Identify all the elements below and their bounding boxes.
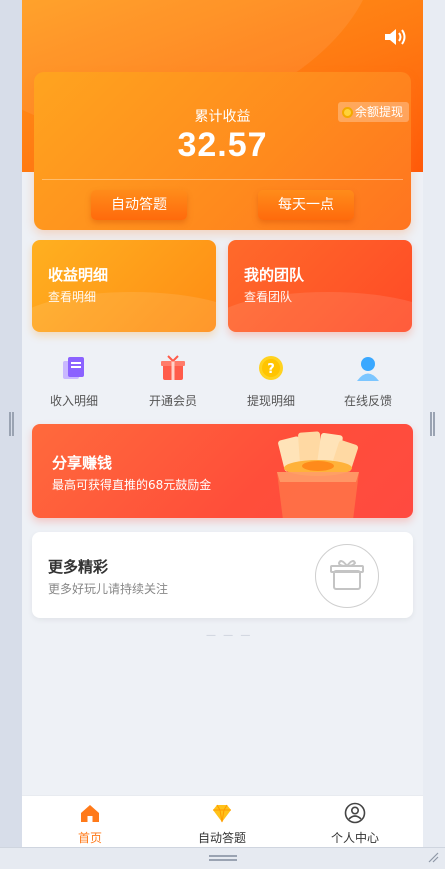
- gift-outline-icon: [329, 559, 364, 590]
- quick-open-membership[interactable]: 开通会员: [128, 350, 218, 409]
- phone-screen: 累计收益 32.57 余额提现 自动答题 每天一点 收益明细 查看明细 我的团队…: [22, 0, 423, 847]
- my-team-title: 我的团队: [244, 266, 305, 284]
- question-coin-icon: ?: [259, 356, 283, 380]
- share-earn-banner[interactable]: 分享赚钱 最高可获得直推的68元鼓励金: [32, 424, 413, 518]
- bottom-resize-handle[interactable]: [209, 855, 237, 861]
- total-earnings-value: 32.57: [177, 126, 268, 164]
- income-detail-card[interactable]: 收益明细 查看明细: [32, 240, 216, 332]
- bottom-tab-bar: 首页 自动答题 个人中心: [22, 795, 423, 847]
- loading-dots: — — —: [206, 630, 253, 641]
- home-icon: [81, 805, 99, 822]
- my-team-card[interactable]: 我的团队 查看团队: [228, 240, 412, 332]
- document-icon: [63, 357, 84, 379]
- gift-box-icon: [161, 355, 185, 380]
- daily-button[interactable]: 每天一点: [258, 190, 354, 220]
- income-detail-title: 收益明细: [48, 266, 109, 284]
- quick-label: 提现明细: [246, 394, 295, 408]
- share-title: 分享赚钱: [52, 454, 113, 472]
- more-title: 更多精彩: [48, 558, 109, 576]
- right-resize-handle[interactable]: [430, 412, 435, 436]
- earnings-divider: [42, 179, 403, 180]
- gift-circle: [315, 544, 379, 608]
- left-resize-handle[interactable]: [9, 412, 14, 436]
- my-team-sub: 查看团队: [244, 290, 293, 304]
- quick-links: 收入明细 开通会员 ? 提现明细 在线反馈: [22, 350, 423, 410]
- earnings-card: 累计收益 32.57 余额提现 自动答题 每天一点: [34, 72, 411, 230]
- tab-label: 个人中心: [330, 831, 379, 845]
- speaker-icon[interactable]: [383, 26, 409, 48]
- tab-auto-answer[interactable]: 自动答题: [172, 802, 272, 846]
- quick-income-detail[interactable]: 收入明细: [29, 350, 119, 409]
- income-detail-sub: 查看明细: [48, 290, 97, 304]
- tab-home[interactable]: 首页: [40, 802, 140, 846]
- money-gift-illustration: [277, 431, 359, 518]
- quick-withdraw-detail[interactable]: ? 提现明细: [226, 350, 316, 409]
- quick-label: 在线反馈: [343, 394, 392, 408]
- withdraw-balance-label: 余额提现: [354, 105, 403, 119]
- coin-icon: [341, 106, 353, 118]
- more-card[interactable]: 更多精彩 更多好玩儿请持续关注: [32, 532, 413, 618]
- auto-answer-button[interactable]: 自动答题: [91, 190, 187, 220]
- quick-label: 收入明细: [49, 394, 98, 408]
- bottom-frame: [0, 847, 445, 869]
- user-support-icon: [357, 357, 379, 381]
- diamond-icon: [213, 804, 231, 823]
- more-sub: 更多好玩儿请持续关注: [48, 582, 169, 596]
- share-sub: 最高可获得直推的68元鼓励金: [52, 478, 212, 492]
- quick-label: 开通会员: [148, 394, 197, 408]
- svg-text:?: ?: [267, 362, 275, 377]
- quick-online-feedback[interactable]: 在线反馈: [323, 350, 413, 409]
- tab-label: 首页: [77, 831, 102, 845]
- withdraw-balance-button[interactable]: 余额提现: [337, 102, 409, 122]
- user-icon: [344, 802, 366, 824]
- tab-profile[interactable]: 个人中心: [305, 802, 405, 846]
- tab-label: 自动答题: [197, 831, 246, 845]
- resize-grip-icon[interactable]: [427, 851, 439, 863]
